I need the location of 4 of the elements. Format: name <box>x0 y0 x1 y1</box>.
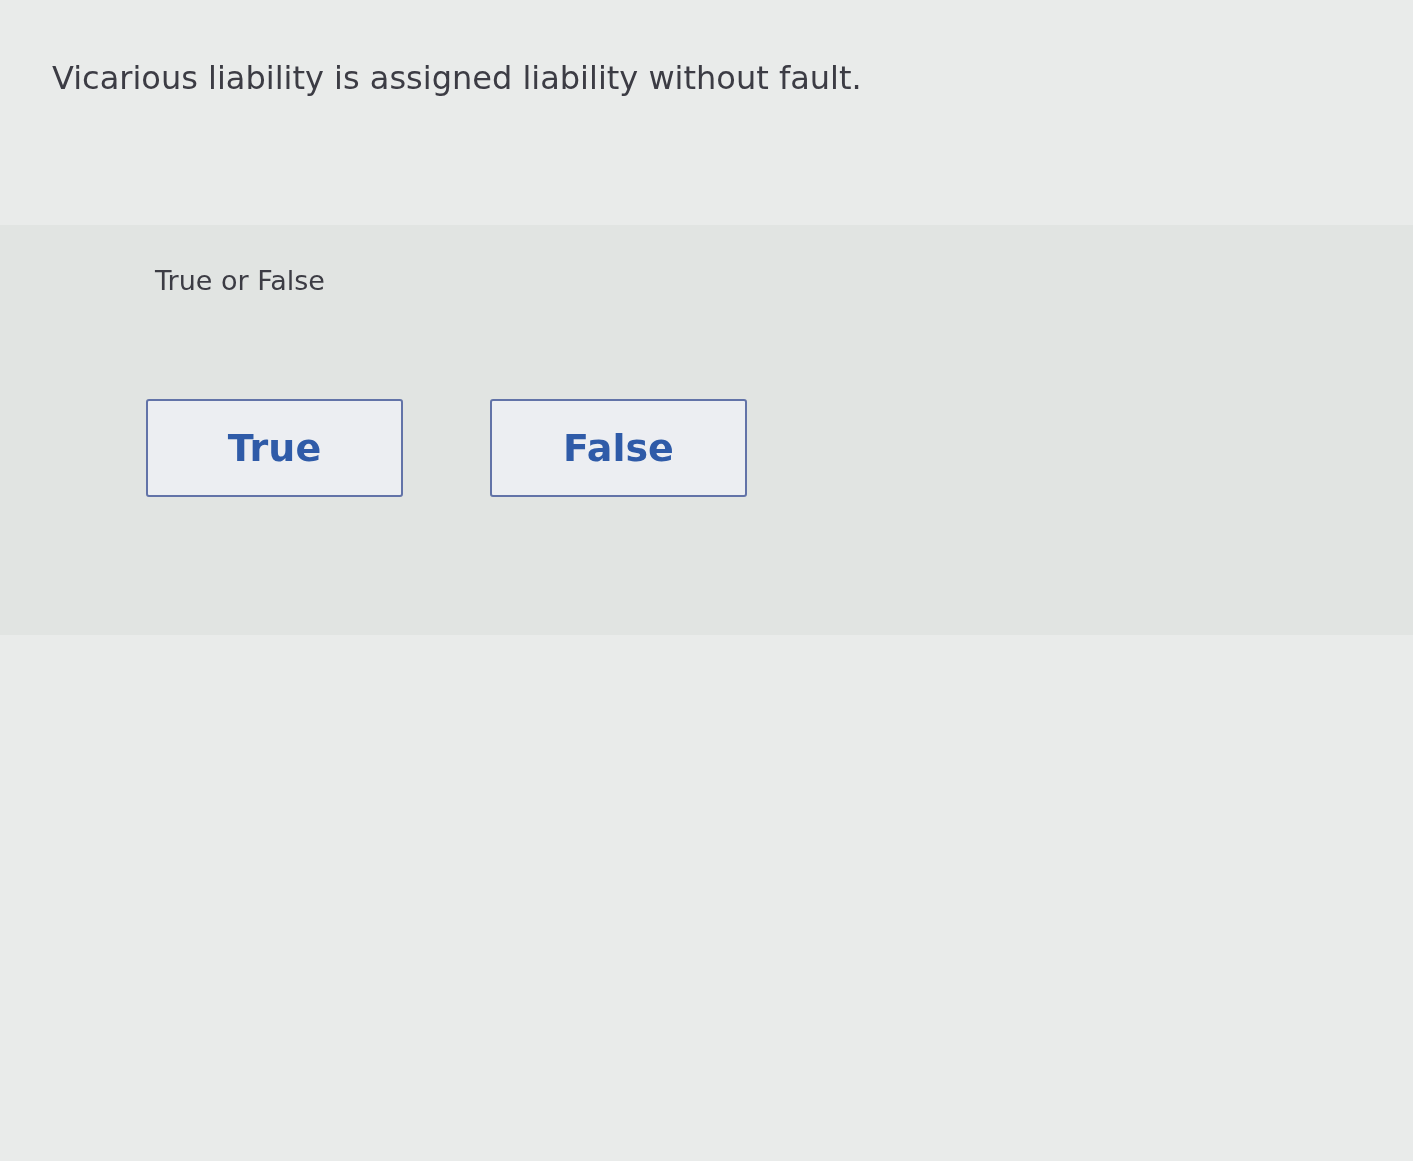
prompt-text: True or False <box>155 264 326 298</box>
answer-option-button[interactable]: False <box>490 399 747 497</box>
answer-option-button[interactable]: True <box>146 399 403 497</box>
question-text: Vicarious liability is assigned liability without fault. <box>52 58 863 99</box>
